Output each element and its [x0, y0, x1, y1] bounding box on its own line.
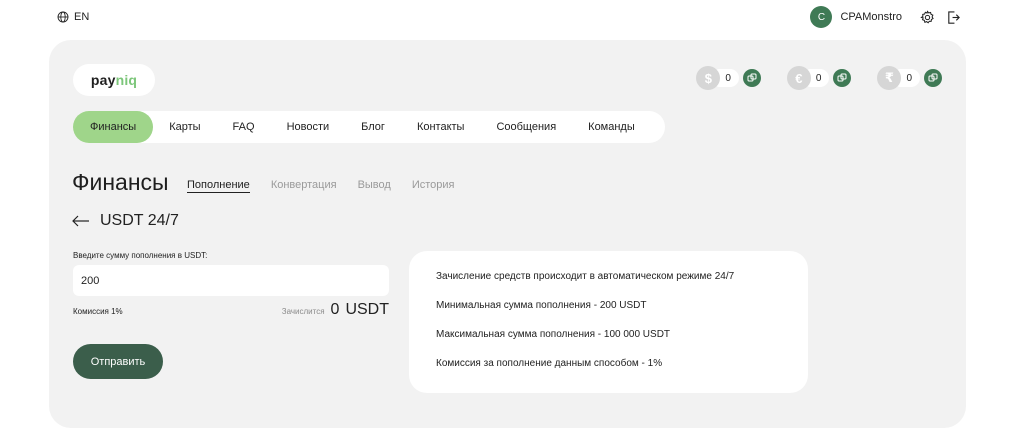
exchange-icon[interactable]: [833, 69, 852, 87]
nav-item-cards[interactable]: Карты: [153, 111, 216, 143]
info-box: Зачисление средств происходит в автомати…: [409, 251, 808, 393]
nav-item-messages[interactable]: Сообщения: [480, 111, 572, 143]
euro-coin-icon: €: [786, 66, 811, 90]
submit-button[interactable]: Отправить: [73, 344, 163, 379]
exchange-icon[interactable]: [924, 69, 942, 87]
method-header: USDT 24/7: [72, 212, 179, 230]
nav-item-finance[interactable]: Финансы: [73, 111, 154, 143]
back-arrow-icon[interactable]: [72, 215, 90, 227]
user-menu: C CPAMonstro: [810, 6, 962, 28]
credited-currency: USDT: [345, 301, 389, 318]
commission-text: Комиссия 1%: [73, 307, 123, 316]
tab-deposit[interactable]: Пополнение: [187, 179, 250, 193]
tab-withdrawal[interactable]: Вывод: [358, 179, 391, 193]
info-line: Максимальная сумма пополнения - 100 000 …: [436, 329, 671, 340]
amount-input[interactable]: [73, 265, 389, 296]
credited-amount: Зачислится 0 USDT: [265, 301, 389, 319]
logout-icon[interactable]: [944, 8, 962, 26]
tab-conversion[interactable]: Конвертация: [271, 179, 337, 193]
settings-gear-icon[interactable]: [918, 8, 936, 26]
subtabs: Пополнение Конвертация Вывод История: [187, 179, 455, 193]
credited-label: Зачислится: [281, 307, 325, 316]
balance-inr: ₹ 0: [877, 66, 942, 90]
language-switcher[interactable]: EN: [57, 11, 89, 23]
nav-item-teams[interactable]: Команды: [572, 111, 651, 143]
balance-usd: $ 0: [696, 66, 761, 90]
username[interactable]: CPAMonstro: [840, 11, 902, 23]
globe-icon: [57, 11, 69, 23]
main-panel: pay niq $ 0 € 0 ₹ 0 Финансы Карты FAQ Но…: [49, 40, 966, 428]
info-line: Минимальная сумма пополнения - 200 USDT: [436, 300, 647, 311]
method-title: USDT 24/7: [100, 212, 179, 229]
info-line: Зачисление средств происходит в автомати…: [436, 271, 735, 282]
info-line: Комиссия за пополнение данным способом -…: [436, 358, 663, 369]
avatar[interactable]: C: [810, 6, 833, 28]
balances: $ 0 € 0 ₹ 0: [696, 66, 942, 90]
tab-history[interactable]: История: [412, 179, 455, 193]
logo-text-niq: niq: [115, 72, 138, 88]
nav-item-blog[interactable]: Блог: [345, 111, 401, 143]
logo-text-pay: pay: [90, 72, 116, 88]
amount-label: Введите сумму пополнения в USDT:: [73, 251, 208, 260]
nav-item-news[interactable]: Новости: [271, 111, 346, 143]
main-nav: Финансы Карты FAQ Новости Блог Контакты …: [73, 111, 665, 143]
logo[interactable]: pay niq: [73, 64, 155, 96]
balance-eur: € 0: [786, 66, 852, 90]
nav-item-contacts[interactable]: Контакты: [401, 111, 481, 143]
language-label: EN: [74, 11, 90, 23]
credited-value: 0: [330, 301, 340, 318]
page-title: Финансы: [72, 169, 169, 195]
exchange-icon[interactable]: [742, 69, 761, 87]
nav-item-faq[interactable]: FAQ: [217, 111, 271, 143]
